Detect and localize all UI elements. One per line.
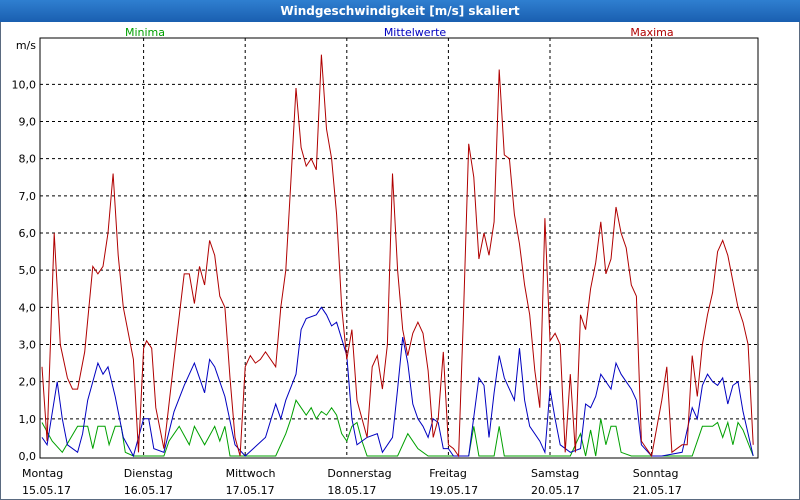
- series-line-minima: [41, 399, 754, 457]
- x-day-label: Freitag: [429, 467, 467, 480]
- plot-border: [39, 37, 759, 459]
- chart-canvas: 0,0 1,0 2,0 3,0 4,0 5,0 6,0 7,0 8,0 9,0 10,0 m/s Mon…: [12, 26, 759, 497]
- legend-maxima: Maxima: [630, 26, 673, 39]
- y-tick-label: 0,0: [19, 450, 37, 463]
- x-date-label: 15.05.17: [22, 484, 71, 497]
- legend-minima: Minima: [125, 26, 165, 39]
- x-date-label: 21.05.17: [633, 484, 682, 497]
- y-tick-label: 6,0: [19, 227, 37, 240]
- y-tick-label: 1,0: [19, 413, 37, 426]
- x-day-label: Montag: [22, 467, 63, 480]
- y-tick-label: 4,0: [19, 301, 37, 314]
- x-day-label: Dienstag: [124, 467, 173, 480]
- y-tick-label: 10,0: [12, 78, 37, 91]
- y-tick-label: 5,0: [19, 264, 37, 277]
- x-date-label: 20.05.17: [531, 484, 580, 497]
- legend-mittelwerte: Mittelwerte: [384, 26, 447, 39]
- x-day-label: Sonntag: [633, 467, 679, 480]
- series-line-maxima: [41, 54, 754, 458]
- y-tick-label: 7,0: [19, 190, 37, 203]
- x-date-label: 19.05.17: [429, 484, 478, 497]
- x-day-label: Samstag: [531, 467, 579, 480]
- y-tick-label: 2,0: [19, 376, 37, 389]
- y-tick-label: 9,0: [19, 115, 37, 128]
- y-tick-label: 8,0: [19, 153, 37, 166]
- x-date-label: 17.05.17: [226, 484, 275, 497]
- x-date-label: 18.05.17: [327, 484, 376, 497]
- x-date-label: 16.05.17: [124, 484, 173, 497]
- y-tick-label: 3,0: [19, 338, 37, 351]
- y-axis-unit: m/s: [16, 39, 36, 52]
- x-day-label: Donnerstag: [327, 467, 391, 480]
- x-day-label: Mittwoch: [226, 467, 276, 480]
